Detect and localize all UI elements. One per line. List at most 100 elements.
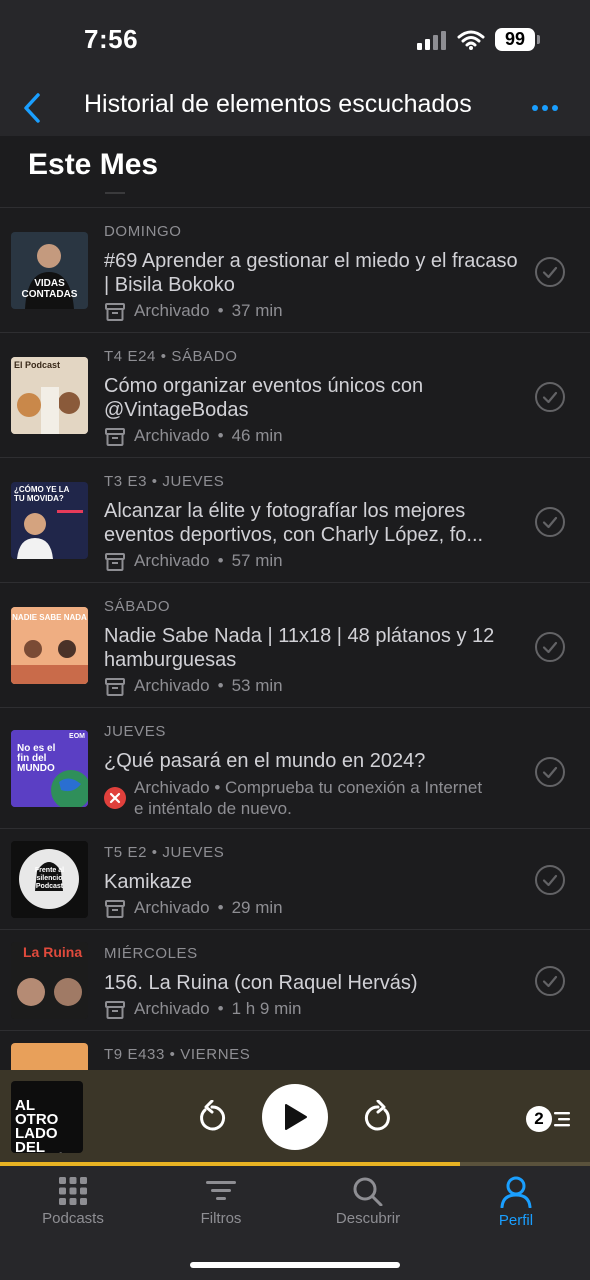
- tab-perfil[interactable]: Perfil: [456, 1176, 576, 1229]
- cellular-signal-icon: [417, 30, 446, 50]
- played-check-icon[interactable]: [534, 864, 566, 896]
- tab-podcasts[interactable]: Podcasts: [13, 1176, 133, 1227]
- episode-duration: 46 min: [231, 426, 283, 445]
- episode-meta: T5 E2 • JUEVES: [104, 844, 225, 861]
- episode-status-label: Archivado: [134, 426, 210, 445]
- section-divider: [105, 192, 125, 194]
- played-check-icon[interactable]: [534, 965, 566, 997]
- separator-dot: •: [217, 676, 224, 695]
- archive-icon: [105, 900, 125, 918]
- episode-status: Archivado • 53 min: [104, 676, 283, 698]
- tab-filtros[interactable]: Filtros: [161, 1176, 281, 1227]
- play-button[interactable]: [262, 1084, 328, 1150]
- played-check-icon[interactable]: [534, 506, 566, 538]
- up-next-button[interactable]: 2: [526, 1106, 570, 1132]
- episode-status-label: Archivado: [134, 551, 210, 570]
- chevron-left-icon: [24, 93, 40, 123]
- skip-forward-icon[interactable]: [362, 1100, 394, 1134]
- separator-dot: •: [217, 898, 224, 917]
- back-button[interactable]: [12, 86, 52, 130]
- episode-title: 156. La Ruina (con Raquel Hervás): [104, 972, 418, 994]
- episode-title: #69 Aprender a gestionar el miedo y el f…: [104, 250, 518, 296]
- episode-duration: 1 h 9 min: [231, 999, 302, 1018]
- episode-status-label: Archivado: [134, 999, 210, 1018]
- separator-dot: •: [217, 301, 224, 320]
- episode-artwork-label: La Ruina: [23, 944, 83, 960]
- separator-dot: •: [217, 551, 224, 570]
- battery-level: 99: [495, 28, 535, 51]
- episode-status: Archivado • 57 min: [104, 551, 283, 573]
- episode-status-label: Archivado: [134, 301, 210, 320]
- episode-status-label: Archivado: [134, 676, 210, 695]
- episode-row[interactable]: El Podcast T4 E24 • SÁBADO Cómo organiza…: [0, 332, 590, 457]
- mini-player[interactable]: AL OTRO LADO DEL MICRÓFONO 2: [0, 1070, 590, 1162]
- episode-status-message: Archivado • Comprueba tu conexión a Inte…: [134, 778, 483, 818]
- wifi-icon: [457, 30, 485, 50]
- episode-duration: 29 min: [231, 898, 283, 917]
- episode-meta: T4 E24 • SÁBADO: [104, 348, 238, 365]
- status-bar: 7:56 99: [0, 0, 590, 80]
- episode-row[interactable]: NADIE SABE NADA SÁBADO Nadie Sabe Nada |…: [0, 582, 590, 707]
- status-time: 7:56: [84, 24, 139, 54]
- episode-artwork-label: VIDAS CONTADAS: [21, 278, 78, 300]
- separator-dot: •: [217, 426, 224, 445]
- episode-artwork: NADIE SABE NADA: [11, 607, 88, 684]
- episode-status: Archivado • 37 min: [104, 301, 283, 323]
- error-icon: [104, 787, 126, 809]
- episode-artwork-badge: EOM: [69, 733, 85, 740]
- episode-artwork: Frente al silencio Podcast: [11, 841, 88, 918]
- episode-row[interactable]: VIDAS CONTADAS DOMINGO #69 Aprender a ge…: [0, 207, 590, 332]
- home-indicator[interactable]: [190, 1262, 400, 1268]
- separator-dot: •: [217, 999, 224, 1018]
- episode-artwork-label: Frente al silencio Podcast: [34, 867, 65, 890]
- now-playing-artwork[interactable]: AL OTRO LADO DEL MICRÓFONO: [11, 1081, 83, 1153]
- queue-list-icon: [554, 1112, 570, 1127]
- episode-row[interactable]: No es el fin del MUNDO EOM JUEVES ¿Qué p…: [0, 707, 590, 828]
- episode-artwork-label: El Podcast: [14, 360, 61, 370]
- tab-descubrir[interactable]: Descubrir: [308, 1176, 428, 1227]
- episode-duration: 53 min: [231, 676, 283, 695]
- episode-row[interactable]: La Ruina MIÉRCOLES 156. La Ruina (con Ra…: [0, 929, 590, 1030]
- episode-meta: JUEVES: [104, 723, 166, 740]
- episode-status: Archivado • 1 h 9 min: [104, 999, 302, 1021]
- archive-icon: [105, 428, 125, 446]
- episode-artwork-label: NADIE SABE NADA: [12, 613, 87, 622]
- episode-title: Alcanzar la élite y fotografíar los mejo…: [104, 500, 484, 546]
- episode-meta: DOMINGO: [104, 223, 182, 240]
- played-check-icon[interactable]: [534, 381, 566, 413]
- episode-row[interactable]: ¿CÓMO YE LA TU MOVIDA? T3 E3 • JUEVES Al…: [0, 457, 590, 582]
- episode-status-label: Archivado: [134, 778, 210, 797]
- archive-icon: [105, 303, 125, 321]
- search-icon: [353, 1177, 383, 1206]
- played-check-icon[interactable]: [534, 756, 566, 788]
- episode-title: Kamikaze: [104, 871, 192, 893]
- section-header: Este Mes: [0, 136, 590, 208]
- play-icon: [285, 1104, 307, 1130]
- grid-icon: [59, 1177, 87, 1205]
- skip-back-icon[interactable]: [196, 1100, 228, 1134]
- archive-icon: [105, 678, 125, 696]
- episode-status: Archivado • 46 min: [104, 426, 283, 448]
- episode-artwork: No es el fin del MUNDO EOM: [11, 730, 88, 807]
- episode-row[interactable]: Frente al silencio Podcast T5 E2 • JUEVE…: [0, 828, 590, 929]
- episode-artwork-label: No es el fin del MUNDO: [17, 743, 56, 774]
- episode-status: Archivado • 29 min: [104, 898, 283, 920]
- tab-label: Podcasts: [42, 1210, 104, 1227]
- episode-row[interactable]: T9 E433 • VIERNES: [0, 1030, 590, 1070]
- section-title: Este Mes: [28, 148, 159, 181]
- tab-label: Filtros: [200, 1210, 242, 1227]
- episode-artwork: El Podcast: [11, 357, 88, 434]
- episode-title: ¿Qué pasará en el mundo en 2024?: [104, 750, 426, 772]
- episode-meta: T9 E433 • VIERNES: [104, 1046, 251, 1063]
- episode-artwork: La Ruina: [11, 942, 88, 1019]
- ellipsis-icon: [532, 105, 558, 111]
- played-check-icon[interactable]: [534, 256, 566, 288]
- more-options-button[interactable]: [528, 94, 562, 122]
- profile-icon: [500, 1176, 532, 1208]
- episode-meta: SÁBADO: [104, 598, 171, 615]
- episode-artwork: [11, 1043, 88, 1070]
- played-check-icon[interactable]: [534, 631, 566, 663]
- episode-list: VIDAS CONTADAS DOMINGO #69 Aprender a ge…: [0, 207, 590, 1070]
- filter-icon: [206, 1181, 236, 1200]
- episode-duration: 57 min: [231, 551, 283, 570]
